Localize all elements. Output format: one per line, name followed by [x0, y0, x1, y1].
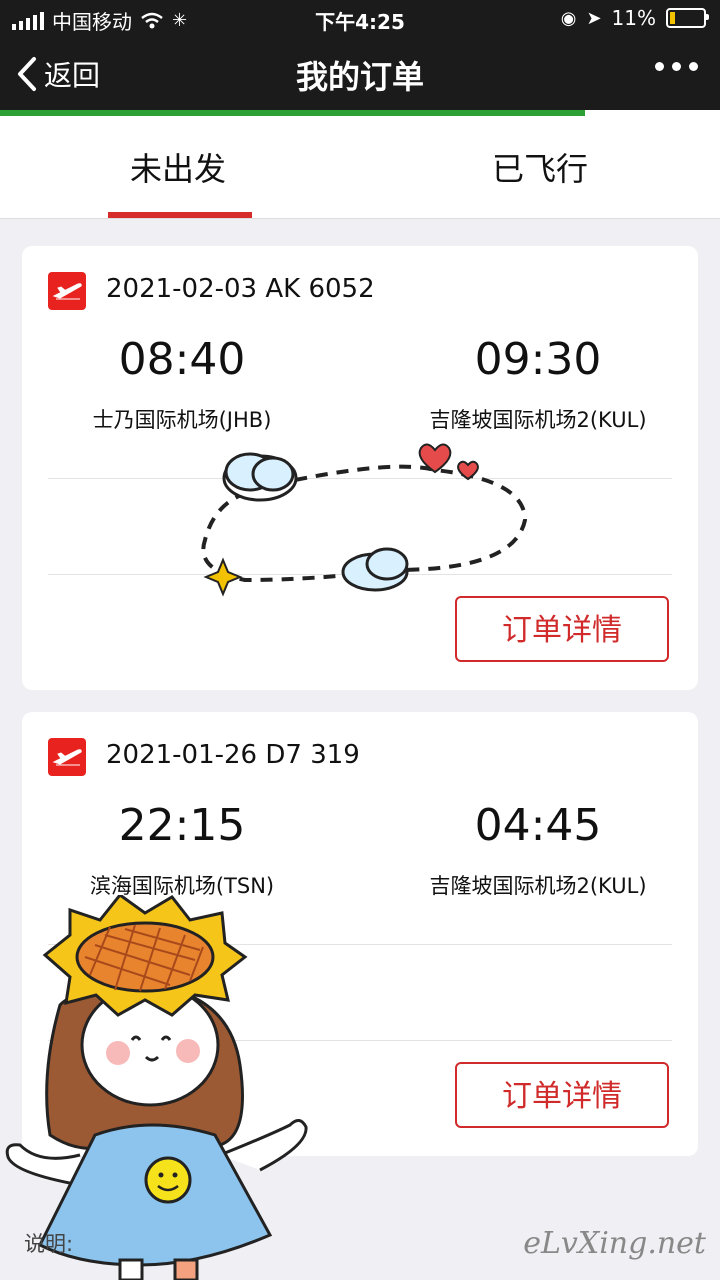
status-bar: 中国移动 ✳ 下午4:25 ◉ ➤ 11%	[0, 0, 720, 36]
airplane-logo-icon	[48, 738, 86, 776]
arrival-time: 04:45	[474, 800, 602, 851]
girl-sticker-icon	[5, 895, 308, 1280]
nav-bar: 返回 我的订单	[0, 36, 720, 110]
flight-date-number: 2021-02-03 AK 6052	[106, 274, 375, 304]
location-icon: ➤	[586, 7, 602, 29]
order-detail-button[interactable]: 订单详情	[455, 596, 669, 662]
battery-label: 11%	[611, 6, 656, 30]
watermark: eLvXing.net	[523, 1226, 706, 1261]
arrival-time: 09:30	[474, 334, 602, 385]
more-icon[interactable]	[655, 62, 698, 71]
departure-time: 22:15	[118, 800, 246, 851]
order-detail-button[interactable]: 订单详情	[455, 1062, 669, 1128]
tab-bar: 未出发 已飞行	[0, 116, 720, 219]
arrival-airport: 吉隆坡国际机场2(KUL)	[429, 874, 647, 898]
tab-flown[interactable]: 已飞行	[492, 144, 588, 190]
departure-airport: 士乃国际机场(JHB)	[92, 408, 272, 432]
battery-icon	[666, 8, 709, 28]
cloud-sticker-icon	[201, 443, 528, 597]
airplane-logo-icon	[48, 272, 86, 310]
tab-not-departed[interactable]: 未出发	[130, 144, 226, 190]
arrival-airport: 吉隆坡国际机场2(KUL)	[429, 408, 647, 432]
flight-date-number: 2021-01-26 D7 319	[106, 740, 360, 770]
departure-time: 08:40	[118, 334, 246, 385]
tab-indicator	[108, 212, 252, 218]
page-title: 我的订单	[295, 58, 424, 96]
lock-rotation-icon: ◉	[560, 7, 577, 29]
note-label: 说明:	[24, 1232, 74, 1256]
